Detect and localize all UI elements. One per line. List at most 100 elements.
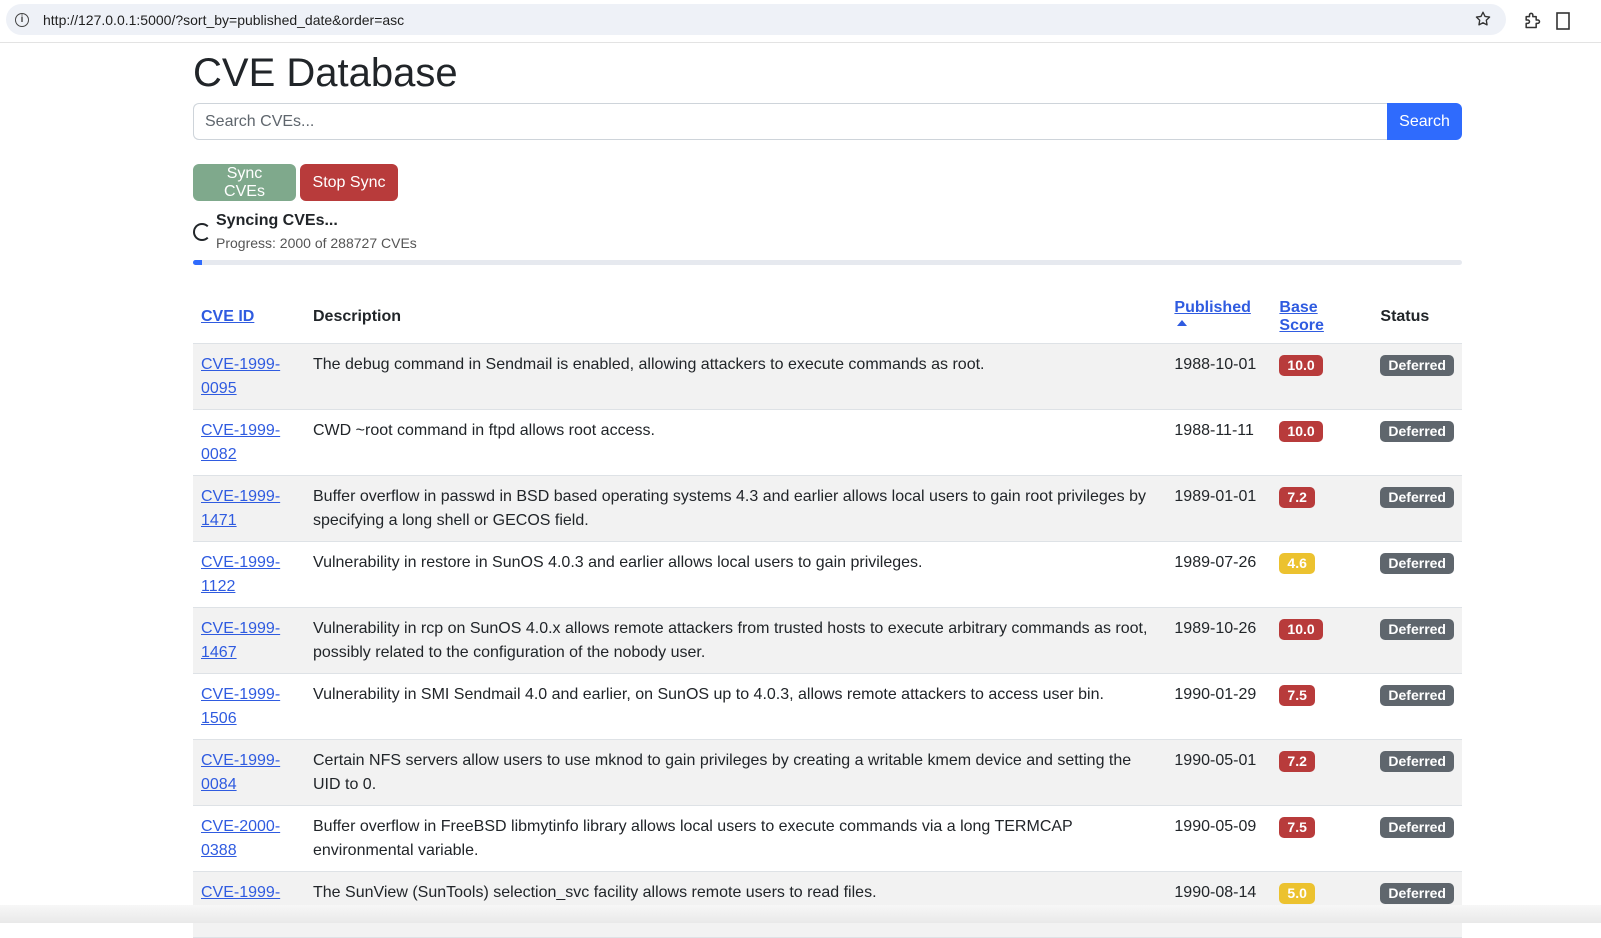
score-badge: 10.0 xyxy=(1279,421,1323,442)
cell-base-score: 10.0 xyxy=(1271,409,1373,476)
cell-status: Deferred xyxy=(1372,607,1462,674)
sync-cves-button[interactable]: Sync CVEs xyxy=(193,164,296,201)
cell-cve-id: CVE-1999- 1471 xyxy=(193,475,305,542)
cell-cve-id: CVE-2000- 0388 xyxy=(193,805,305,872)
cve-id-link[interactable]: CVE-1999- 0095 xyxy=(201,356,280,397)
cell-description: Vulnerability in rcp on SunOS 4.0.x allo… xyxy=(305,607,1167,674)
cell-status: Deferred xyxy=(1372,475,1462,542)
header-description: Description xyxy=(305,293,1167,344)
status-badge: Deferred xyxy=(1380,619,1454,640)
cell-base-score: 10.0 xyxy=(1271,607,1373,674)
published-label: Published xyxy=(1174,299,1251,316)
score-badge: 5.0 xyxy=(1279,883,1315,904)
sync-status-title: Syncing CVEs... xyxy=(216,212,338,229)
cve-id-link[interactable]: CVE-2000- 0388 xyxy=(201,818,280,859)
cve-id-link[interactable]: CVE-1999- 1122 xyxy=(201,554,280,595)
table-row: CVE-1999- 0084 Certain NFS servers allow u… xyxy=(193,739,1462,806)
cell-status: Deferred xyxy=(1372,673,1462,740)
table-row: CVE-1999- 1506 Vulnerability in SMI Sendma… xyxy=(193,673,1462,740)
site-info-icon[interactable]: i xyxy=(15,12,29,27)
cell-published: 1990-05-09 xyxy=(1166,805,1272,872)
cve-id-link[interactable]: CVE-1999- 1506 xyxy=(201,686,280,727)
extensions-puzzle-icon[interactable] xyxy=(1522,10,1542,30)
sort-asc-icon xyxy=(1177,320,1188,326)
sync-progress-text: Progress: 2000 of 288727 CVEs xyxy=(216,235,417,251)
cell-description: The debug command in Sendmail is enabled… xyxy=(305,343,1167,410)
address-bar[interactable]: i http://127.0.0.1:5000/?sort_by=publish… xyxy=(6,4,1506,35)
cell-cve-id: CVE-1999- 0095 xyxy=(193,343,305,410)
cve-id-link[interactable]: CVE-1999- 1467 xyxy=(201,620,280,661)
search-button[interactable]: Search xyxy=(1387,103,1462,140)
status-badge: Deferred xyxy=(1380,817,1454,838)
cell-published: 1989-01-01 xyxy=(1166,475,1272,542)
cell-base-score: 7.5 xyxy=(1271,673,1373,740)
cell-cve-id: CVE-1999- 1467 xyxy=(193,607,305,674)
browser-toolbar: i http://127.0.0.1:5000/?sort_by=publish… xyxy=(0,0,1601,43)
cve-table: CVE ID Description Published Base Score … xyxy=(193,293,1462,938)
cell-base-score: 7.2 xyxy=(1271,475,1373,542)
status-badge: Deferred xyxy=(1380,487,1454,508)
cell-base-score: 7.2 xyxy=(1271,739,1373,806)
status-badge: Deferred xyxy=(1380,355,1454,376)
sync-progress-fill xyxy=(193,260,202,265)
table-header-row: CVE ID Description Published Base Score … xyxy=(193,293,1462,344)
cell-description: Certain NFS servers allow users to use m… xyxy=(305,739,1167,806)
cell-status: Deferred xyxy=(1372,409,1462,476)
sort-cve-id-link[interactable]: CVE ID xyxy=(201,308,254,325)
cve-id-link[interactable]: CVE-1999- 0084 xyxy=(201,752,280,793)
url-text[interactable]: http://127.0.0.1:5000/?sort_by=published… xyxy=(43,12,404,28)
cell-published: 1988-11-11 xyxy=(1166,409,1272,476)
header-published[interactable]: Published xyxy=(1166,293,1272,344)
table-row: CVE-2000- 0388 Buffer overflow in FreeBSD … xyxy=(193,805,1462,872)
bookmark-star-icon[interactable] xyxy=(1474,10,1492,28)
cell-description: Vulnerability in SMI Sendmail 4.0 and ea… xyxy=(305,673,1167,740)
score-badge: 10.0 xyxy=(1279,355,1323,376)
cell-base-score: 10.0 xyxy=(1271,343,1373,410)
cell-status: Deferred xyxy=(1372,805,1462,872)
table-row: CVE-1999- 0095 The debug command in Sendma… xyxy=(193,343,1462,410)
score-badge: 7.5 xyxy=(1279,685,1315,706)
header-status: Status xyxy=(1372,293,1462,344)
cell-description: Buffer overflow in FreeBSD libmytinfo li… xyxy=(305,805,1167,872)
sync-actions: Sync CVEs Stop Sync xyxy=(193,164,398,201)
cell-published: 1988-10-01 xyxy=(1166,343,1272,410)
window-bottom-edge xyxy=(0,905,1601,923)
table-row: CVE-1999- 1122 Vulnerability in restore in… xyxy=(193,541,1462,608)
status-badge: Deferred xyxy=(1380,421,1454,442)
score-badge: 7.2 xyxy=(1279,751,1315,772)
status-badge: Deferred xyxy=(1380,751,1454,772)
table-row: CVE-1999- 1467 Vulnerability in rcp on Sun… xyxy=(193,607,1462,674)
cell-cve-id: CVE-1999- 0082 xyxy=(193,409,305,476)
cve-id-link[interactable]: CVE-1999- 0082 xyxy=(201,422,280,463)
sync-progress-bar xyxy=(193,260,1462,265)
sort-base-score-link[interactable]: Base Score xyxy=(1279,299,1323,334)
table-row: CVE-1999- 0082 CWD ~root command in ftpd a… xyxy=(193,409,1462,476)
cell-base-score: 7.5 xyxy=(1271,805,1373,872)
status-badge: Deferred xyxy=(1380,553,1454,574)
cell-description: CWD ~root command in ftpd allows root ac… xyxy=(305,409,1167,476)
cell-status: Deferred xyxy=(1372,343,1462,410)
cell-status: Deferred xyxy=(1372,739,1462,806)
score-badge: 7.2 xyxy=(1279,487,1315,508)
cell-cve-id: CVE-1999- 1506 xyxy=(193,673,305,740)
header-base-score[interactable]: Base Score xyxy=(1271,293,1373,344)
cell-published: 1990-05-01 xyxy=(1166,739,1272,806)
search-form: Search xyxy=(193,103,1462,140)
cell-cve-id: CVE-1999- 1122 xyxy=(193,541,305,608)
sort-published-link[interactable]: Published xyxy=(1174,299,1251,334)
status-badge: Deferred xyxy=(1380,883,1454,904)
stop-sync-button[interactable]: Stop Sync xyxy=(300,164,398,201)
cell-published: 1990-01-29 xyxy=(1166,673,1272,740)
score-badge: 7.5 xyxy=(1279,817,1315,838)
cve-id-link[interactable]: CVE-1999- 1471 xyxy=(201,488,280,529)
loading-spinner-icon xyxy=(193,223,211,241)
cell-description: Vulnerability in restore in SunOS 4.0.3 … xyxy=(305,541,1167,608)
search-input[interactable] xyxy=(193,103,1387,140)
status-badge: Deferred xyxy=(1380,685,1454,706)
table-row: CVE-1999- 1471 Buffer overflow in passwd i… xyxy=(193,475,1462,542)
sidebar-toggle-icon[interactable] xyxy=(1556,12,1570,30)
cell-base-score: 4.6 xyxy=(1271,541,1373,608)
cell-description: Buffer overflow in passwd in BSD based o… xyxy=(305,475,1167,542)
header-cve-id[interactable]: CVE ID xyxy=(193,293,305,344)
cve-table-body: CVE-1999- 0095 The debug command in Sendma… xyxy=(193,343,1462,938)
